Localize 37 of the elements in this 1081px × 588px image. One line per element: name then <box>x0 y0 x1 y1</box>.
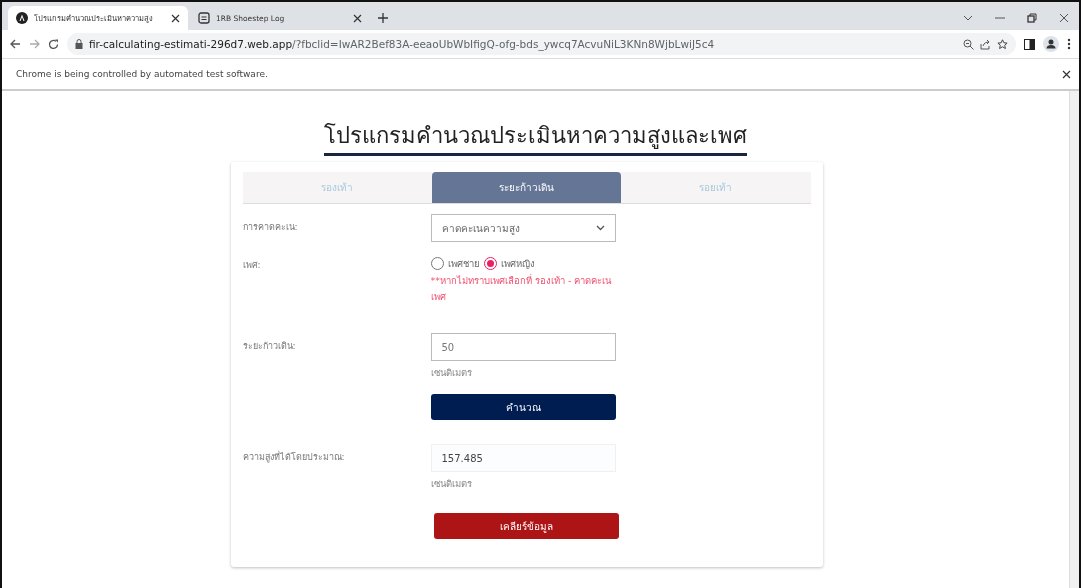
field-label: เพศ: <box>242 259 262 272</box>
back-icon[interactable] <box>10 39 21 49</box>
scrollbar[interactable] <box>1069 91 1079 588</box>
page-tab[interactable]: ระยะก้าวเดิน <box>431 172 622 203</box>
close-icon[interactable] <box>171 13 180 23</box>
menu-icon[interactable] <box>1067 38 1071 50</box>
clear-button[interactable]: เคลียร์ข้อมูล <box>433 513 619 539</box>
field-label: ความสูงที่ได้โดยประมาณ: <box>242 450 346 465</box>
app-logo-icon <box>16 12 28 24</box>
radio-label: เพศหญิง <box>500 257 535 271</box>
prediction-dropdown[interactable]: คาดคะเนความสูง <box>430 214 616 242</box>
side-panel-icon[interactable] <box>1024 38 1035 50</box>
gender-note: **หากไม่ทราบเพศเลือกที่ รองเท้า - คาดคะเนเพศ <box>430 273 613 304</box>
radio-button[interactable] <box>483 257 497 270</box>
result-field: 157.485 <box>430 444 616 472</box>
unit-text: เซนติเมตร <box>430 477 473 491</box>
page-title: โปรแกรมคำนวณประเมินหาความสูงและเพศ <box>324 119 747 156</box>
star-icon[interactable] <box>997 38 1008 50</box>
field-label: การคาดคะเน: <box>242 221 299 234</box>
radio-button[interactable] <box>430 257 444 270</box>
document-icon <box>198 12 210 24</box>
profile-icon[interactable] <box>1043 36 1059 52</box>
address-bar[interactable]: fir-calculating-estimati-296d7.web.app/?fbclid=IwAR2Bef83A-eeaoUbWbIfigQ-ofg-bds_ywcq7AcvuNiL3KNn8WjbLwiJ5c4 <box>67 33 1016 55</box>
unit-text: เซนติเมตร <box>430 366 473 380</box>
radio-label: เพศชาย <box>447 257 480 271</box>
infobar-text: Chrome is being controlled by automated test software. <box>16 69 268 79</box>
field-label: ระยะก้าวเดิน: <box>242 340 297 353</box>
url-text: fir-calculating-estimati-296d7.web.app/?fbclid=IwAR2Bef83A-eeaoUbWbIfigQ-ofg-bds_ywcq7AcvuNiL3KNn8WjbLwiJ5c4 <box>89 38 715 50</box>
share-icon[interactable] <box>980 38 991 50</box>
stride-input[interactable]: 50 <box>430 333 616 361</box>
zoom-icon[interactable] <box>963 38 974 50</box>
reload-icon[interactable] <box>48 38 59 50</box>
close-icon[interactable] <box>1062 69 1071 79</box>
close-icon[interactable] <box>353 13 362 23</box>
lock-icon <box>75 39 83 49</box>
calculate-button[interactable]: คำนวณ <box>430 394 616 420</box>
chevron-down-icon <box>595 225 605 231</box>
